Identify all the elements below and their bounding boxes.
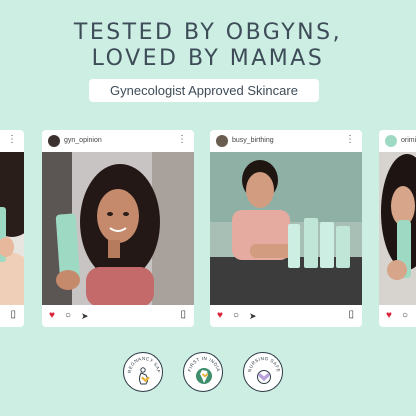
headline-line-2: LOVED BY MAMAS [91, 46, 325, 71]
post-photo[interactable] [42, 152, 194, 305]
post-header: busy_birthing ⋮ [210, 130, 362, 152]
post-header: orimi ⋮ [379, 130, 416, 152]
post-handle[interactable]: gyn_opinion [64, 135, 102, 147]
bookmark-icon[interactable]: ▯ [180, 309, 186, 321]
svg-text:PREGNANCY SAFE: PREGNANCY SAFE [124, 353, 161, 373]
post-photo[interactable] [0, 152, 24, 305]
like-heart-icon[interactable]: ♥ [386, 310, 392, 322]
more-options-icon[interactable]: ⋮ [345, 133, 355, 147]
india-map-icon [196, 368, 212, 384]
avatar[interactable] [216, 135, 228, 147]
post-card[interactable]: ⋮ ▯ [0, 130, 24, 327]
more-options-icon[interactable]: ⋮ [7, 133, 17, 147]
avatar[interactable] [48, 135, 60, 147]
post-actions: ♥ ○ ➤ ▯ [210, 305, 362, 327]
post-card[interactable]: gyn_opinion ⋮ ♥ ○ ➤ ▯ [42, 130, 194, 327]
like-heart-icon[interactable]: ♥ [49, 310, 55, 322]
nursing-safe-badge: NURSING SAFE [243, 352, 283, 392]
post-photo[interactable] [379, 152, 416, 305]
like-heart-icon[interactable]: ♥ [217, 310, 223, 322]
comment-icon[interactable]: ○ [233, 310, 239, 322]
heart-icon [257, 370, 271, 384]
post-header: ⋮ [0, 130, 24, 152]
post-card[interactable]: busy_birthing ⋮ ♥ ○ ➤ ▯ [210, 130, 362, 327]
post-actions: ▯ [0, 305, 24, 327]
post-photo[interactable] [210, 152, 362, 305]
headline-line-1: TESTED BY OBGYNS, [73, 20, 343, 45]
headline: TESTED BY OBGYNS, LOVED BY MAMAS [0, 20, 416, 72]
post-carousel: ⋮ ▯ gyn_opinion ⋮ ♥ ○ ➤ ▯ busy_birthing … [0, 130, 416, 330]
pregnant-woman-icon [139, 367, 150, 385]
post-header: gyn_opinion ⋮ [42, 130, 194, 152]
post-handle[interactable]: orimi [401, 135, 416, 147]
post-card[interactable]: orimi ⋮ ♥ ○ [379, 130, 416, 327]
post-actions: ♥ ○ [379, 305, 416, 327]
comment-icon[interactable]: ○ [402, 310, 408, 322]
share-icon[interactable]: ➤ [249, 310, 257, 322]
subheading-pill: Gynecologist Approved Skincare [89, 79, 319, 102]
pregnancy-safe-badge: PREGNANCY SAFE [123, 352, 163, 392]
avatar[interactable] [385, 135, 397, 147]
certification-badges: PREGNANCY SAFE FIRST IN INDIA [0, 352, 416, 396]
post-handle[interactable]: busy_birthing [232, 135, 274, 147]
bookmark-icon[interactable]: ▯ [348, 309, 354, 321]
comment-icon[interactable]: ○ [65, 310, 71, 322]
post-actions: ♥ ○ ➤ ▯ [42, 305, 194, 327]
share-icon[interactable]: ➤ [81, 310, 89, 322]
first-in-india-badge: FIRST IN INDIA [183, 352, 223, 392]
badge-label: PREGNANCY SAFE [124, 353, 161, 373]
bookmark-icon[interactable]: ▯ [10, 309, 16, 321]
more-options-icon[interactable]: ⋮ [177, 133, 187, 147]
